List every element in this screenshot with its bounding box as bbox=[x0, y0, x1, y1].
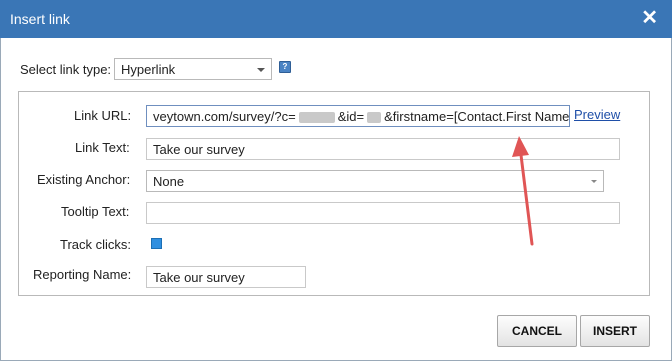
dialog-title: Insert link bbox=[10, 11, 70, 27]
existing-anchor-value: None bbox=[153, 174, 185, 189]
reporting-name-input[interactable]: Take our survey bbox=[146, 266, 306, 288]
link-url-part3: &firstname=[Contact.First Name] bbox=[384, 109, 570, 124]
link-text-label: Link Text: bbox=[75, 140, 130, 155]
track-clicks-label: Track clicks: bbox=[60, 237, 132, 252]
tooltip-text-label: Tooltip Text: bbox=[61, 204, 130, 219]
tooltip-text-input[interactable] bbox=[146, 202, 620, 224]
link-url-part1: veytown.com/survey/?c= bbox=[153, 109, 296, 124]
link-type-select[interactable]: Hyperlink bbox=[114, 58, 272, 80]
existing-anchor-select[interactable]: None bbox=[146, 170, 604, 192]
insert-button[interactable]: INSERT bbox=[580, 315, 650, 347]
link-url-input[interactable]: veytown.com/survey/?c= &id= &firstname=[Co… bbox=[146, 105, 570, 127]
reporting-name-value: Take our survey bbox=[153, 270, 245, 285]
chevron-down-icon bbox=[257, 68, 265, 72]
link-text-value: Take our survey bbox=[153, 142, 245, 157]
close-icon[interactable]: ✕ bbox=[641, 7, 658, 29]
link-type-value: Hyperlink bbox=[121, 62, 176, 77]
link-url-label: Link URL: bbox=[74, 108, 132, 123]
redacted-value bbox=[367, 112, 382, 124]
redacted-value bbox=[298, 112, 335, 124]
link-url-part2: &id= bbox=[337, 109, 365, 124]
chevron-down-icon bbox=[591, 180, 597, 183]
track-clicks-checkbox[interactable] bbox=[151, 238, 162, 249]
cancel-button[interactable]: CANCEL bbox=[497, 315, 577, 347]
link-text-input[interactable]: Take our survey bbox=[146, 138, 620, 160]
reporting-name-label: Reporting Name: bbox=[33, 267, 132, 282]
link-type-label: Select link type: bbox=[20, 62, 112, 77]
preview-link[interactable]: Preview bbox=[574, 107, 620, 122]
dialog-titlebar: Insert link ✕ bbox=[0, 0, 672, 38]
existing-anchor-label: Existing Anchor: bbox=[37, 172, 131, 187]
help-icon[interactable]: ? bbox=[279, 61, 291, 73]
